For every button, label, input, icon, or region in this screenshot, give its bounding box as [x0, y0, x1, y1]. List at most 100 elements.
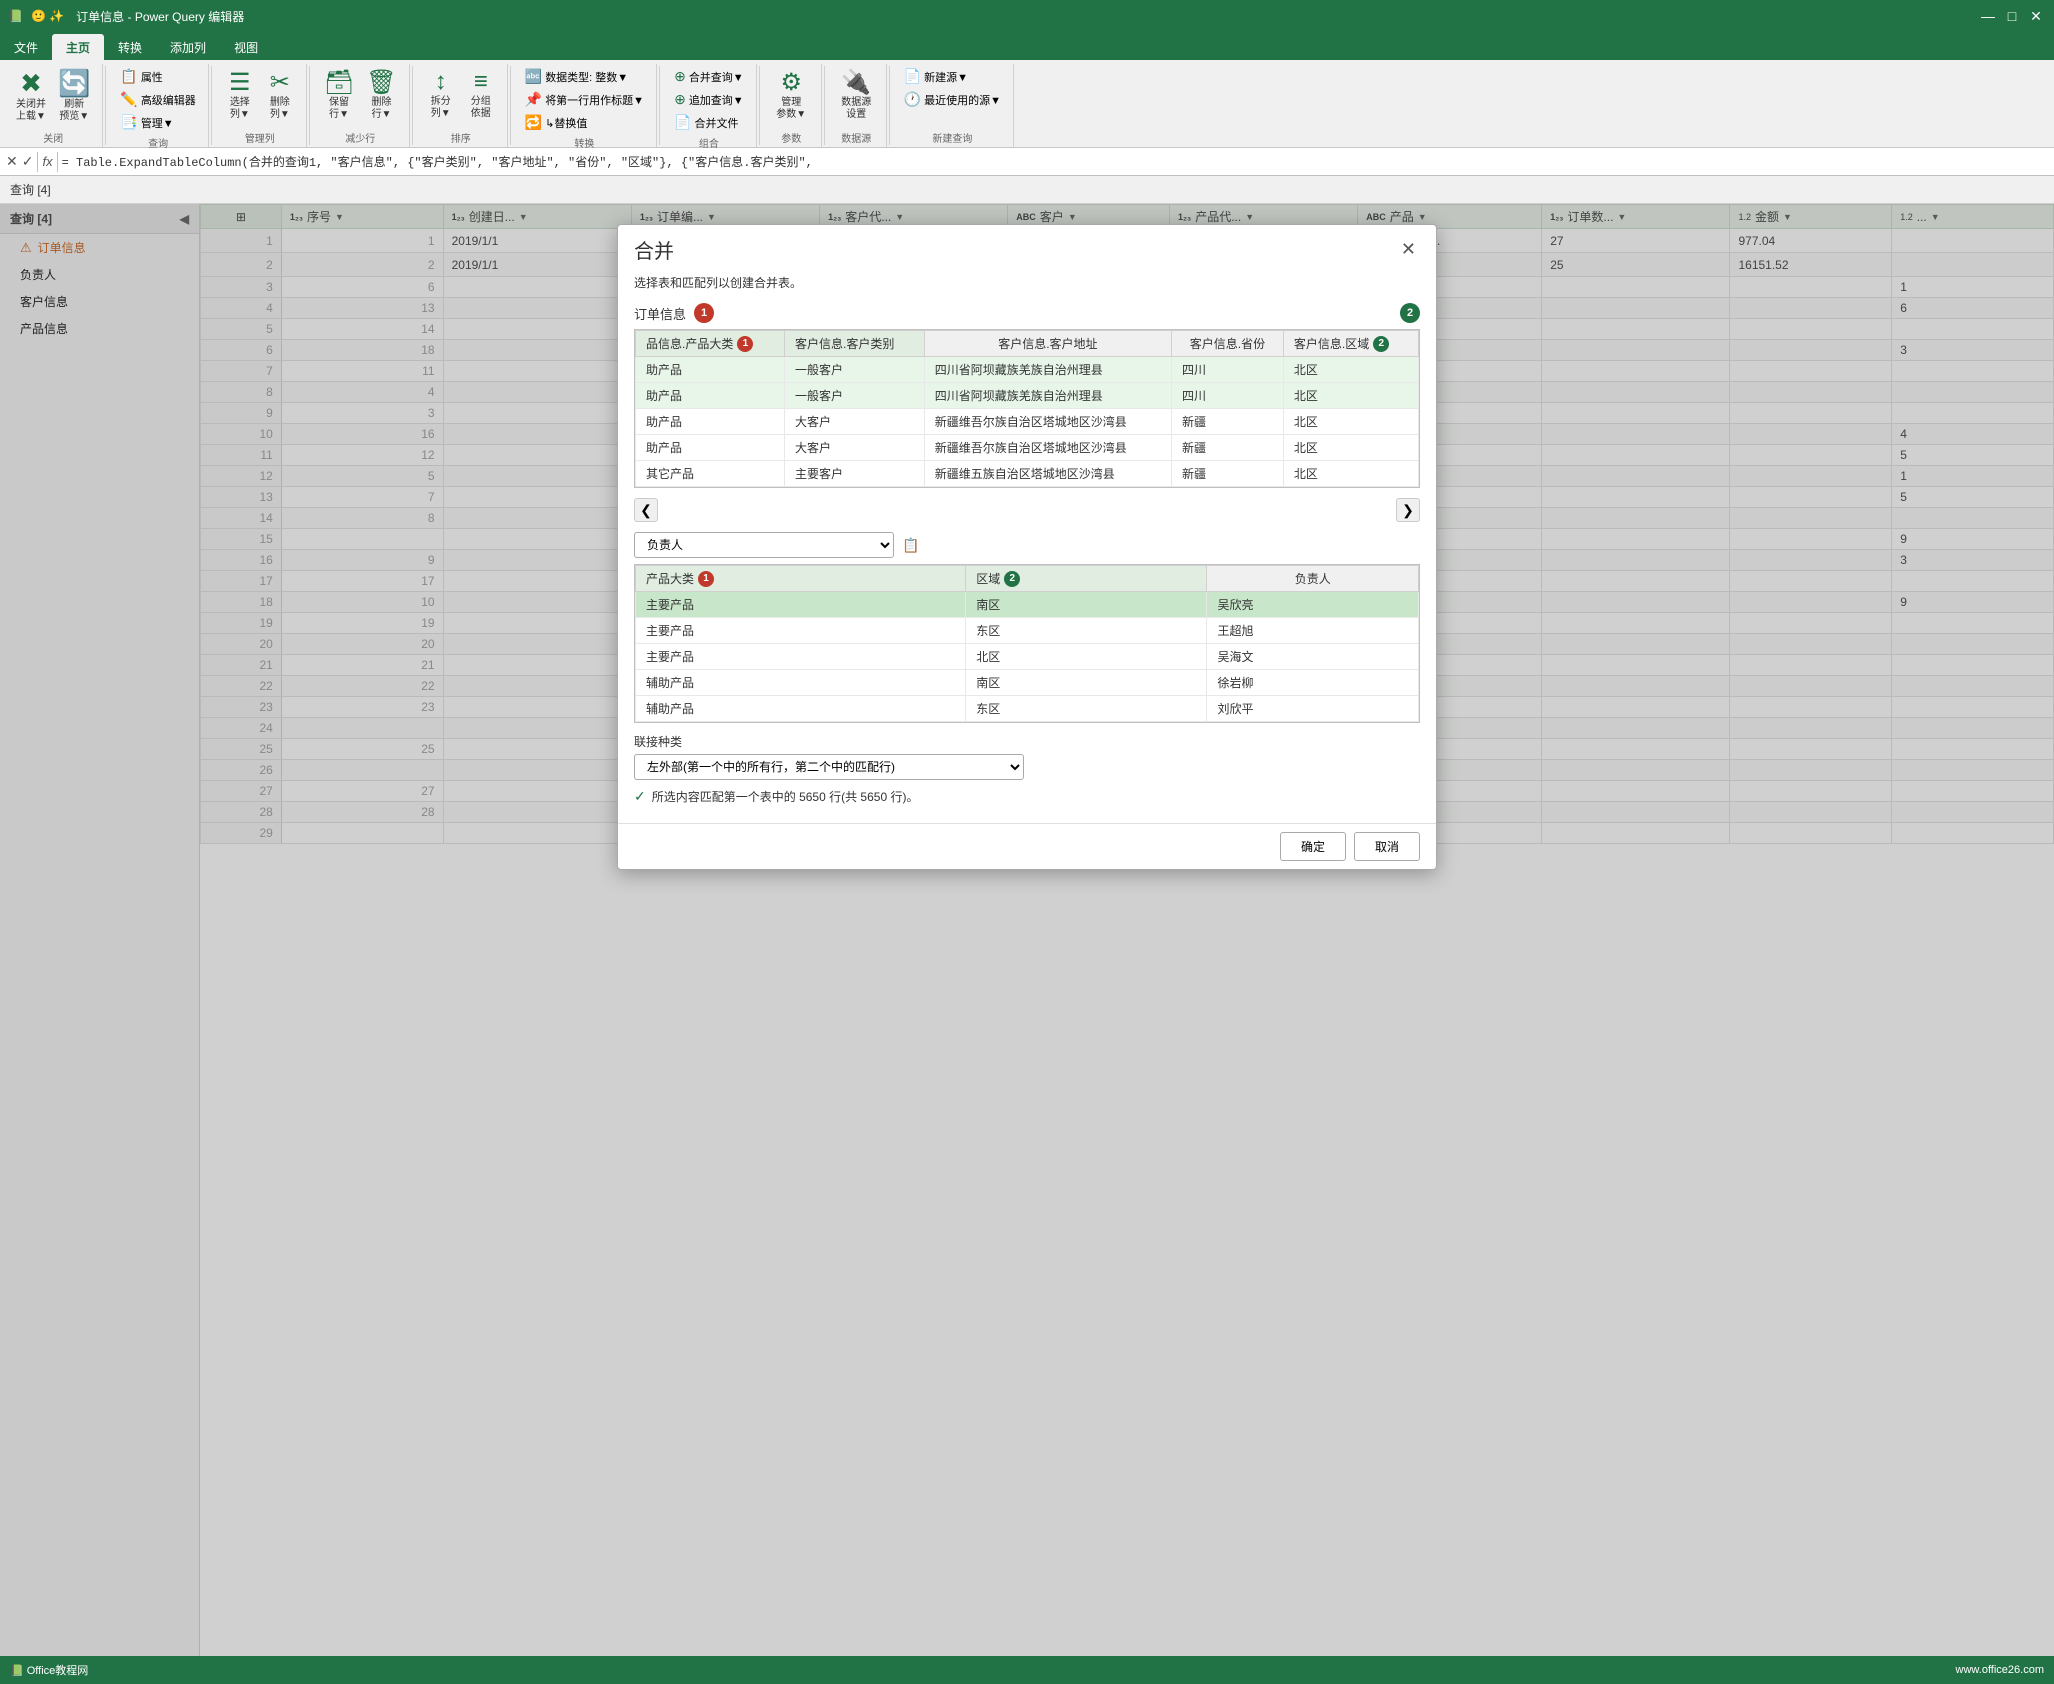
formula-cancel-btn[interactable]: ✕ [6, 153, 18, 170]
split-col-btn[interactable]: ↕ 拆分列▼ [423, 66, 459, 122]
delete-cols-btn[interactable]: ✂ 删除列▼ [262, 66, 298, 123]
ribbon-group-query: 📋 属性 ✏️ 高级编辑器 📑 管理▼ 查询 [108, 64, 208, 147]
modal2-col-region[interactable]: 区域 2 [966, 566, 1207, 592]
modal-table-row: 助产品大客户新疆维吾尔族自治区塔城地区沙湾县新疆北区 [636, 435, 1419, 461]
query-bar: 查询 [4] [0, 176, 2054, 204]
match-status: ✓ 所选内容匹配第一个表中的 5650 行(共 5650 行)。 [634, 788, 1420, 805]
section1-label: 订单信息 1 2 [634, 303, 1420, 323]
advanced-editor-icon: ✏️ [120, 91, 137, 108]
top-table-wrap: 品信息.产品大类 1 客户信息.客户类别 [634, 329, 1420, 488]
split-col-icon: ↕ [435, 68, 447, 96]
modal-title: 合并 [634, 235, 674, 264]
modal-header: 合并 ✕ [618, 225, 1436, 264]
tab-home[interactable]: 主页 [52, 34, 104, 60]
confirm-btn[interactable]: 确定 [1280, 832, 1346, 861]
modal-desc: 选择表和匹配列以创建合并表。 [634, 274, 1420, 291]
window-controls-left: 🙂 ✨ [31, 9, 64, 23]
group-by-icon: ≡ [474, 68, 488, 96]
datatype-icon: 🔤 [525, 68, 542, 85]
formula-confirm-btn[interactable]: ✓ [22, 153, 34, 170]
delete-rows-btn[interactable]: 🗑 删除行▼ [362, 66, 400, 123]
formula-input[interactable]: = Table.ExpandTableColumn(合并的查询1, "客户信息"… [62, 153, 2048, 170]
ribbon-tabs: 文件 主页 转换 添加列 视图 [0, 32, 2054, 60]
recent-sources-btn[interactable]: 🕐 最近使用的源▼ [900, 89, 1005, 110]
refresh-preview-btn[interactable]: 🔄 刷新预览▼ [54, 66, 94, 125]
modal-close-btn[interactable]: ✕ [1397, 235, 1420, 264]
ribbon-group-transform: 🔤 数据类型: 整数▼ 📌 将第一行用作标题▼ 🔁 ↳替换值 转换 [513, 64, 657, 147]
modal-overlay: 合并 ✕ 选择表和匹配列以创建合并表。 订单信息 1 2 [200, 204, 2054, 1656]
advanced-editor-btn[interactable]: ✏️ 高级编辑器 [116, 89, 199, 110]
close-btn[interactable]: ✕ [2026, 6, 2046, 26]
properties-btn[interactable]: 📋 属性 [116, 66, 199, 87]
keep-rows-btn[interactable]: 🗃 保留行▼ [320, 66, 358, 123]
merge-icon: ⊕ [674, 68, 686, 85]
merge-files-btn[interactable]: 📄 合并文件 [670, 112, 748, 133]
first-row-header-btn[interactable]: 📌 将第一行用作标题▼ [521, 89, 648, 110]
modal-bottom-table: 产品大类 1 区域 2 [635, 565, 1419, 722]
table-select[interactable]: 负责人 订单信息 客户信息 产品信息 [634, 532, 894, 558]
minimize-btn[interactable]: — [1978, 6, 1998, 26]
cancel-btn[interactable]: 取消 [1354, 832, 1420, 861]
ribbon-group-combine: ⊕ 合并查询▼ ⊕ 追加查询▼ 📄 合并文件 组合 [662, 64, 757, 147]
modal-table-row-2: 辅助产品东区刘欣平 [636, 696, 1419, 722]
modal-table-row-2: 辅助产品南区徐岩柳 [636, 670, 1419, 696]
modal-col-custaddr[interactable]: 客户信息.客户地址 [924, 331, 1171, 357]
modal-body: 选择表和匹配列以创建合并表。 订单信息 1 2 [618, 264, 1436, 823]
datatype-btn[interactable]: 🔤 数据类型: 整数▼ [521, 66, 648, 87]
select-cols-btn[interactable]: ☰ 选择列▼ [222, 66, 258, 123]
group-by-btn[interactable]: ≡ 分组依据 [463, 66, 499, 122]
join-select[interactable]: 左外部(第一个中的所有行，第二个中的匹配行) 内部联接 完全外部 左反 右反 [634, 754, 1024, 780]
ribbon-group-reducerows: 🗃 保留行▼ 🗑 删除行▼ 减少行 [312, 64, 410, 147]
main-layout: 查询 [4] ◀ ⚠ 订单信息 负责人 客户信息 产品信息 ⊞ [0, 204, 2054, 1656]
title-bar-text: 订单信息 - Power Query 编辑器 [76, 8, 244, 25]
table-select-icon[interactable]: 📋 [902, 537, 919, 554]
modal-table-row-2: 主要产品南区吴欣亮 [636, 592, 1419, 618]
modal-col-region[interactable]: 客户信息.区域 2 [1283, 331, 1418, 357]
formula-bar: ✕ ✓ fx = Table.ExpandTableColumn(合并的查询1,… [0, 148, 2054, 176]
table-scroll-btns: ❮ ❯ [634, 498, 1420, 522]
modal-top-table: 品信息.产品大类 1 客户信息.客户类别 [635, 330, 1419, 487]
select-cols-icon: ☰ [229, 68, 251, 97]
query-bar-label: 查询 [4] [10, 181, 51, 198]
scroll-right-btn[interactable]: ❯ [1396, 498, 1420, 522]
tab-addcol[interactable]: 添加列 [156, 34, 220, 60]
modal-table-row: 助产品一般客户四川省阿坝藏族羌族自治州理县四川北区 [636, 383, 1419, 409]
app-icon: 📗 [8, 9, 23, 23]
modal2-col-prodtype[interactable]: 产品大类 1 [636, 566, 966, 592]
bottom-bar: 📗 Office教程网 www.office26.com [0, 1656, 2054, 1684]
new-source-btn[interactable]: 📄 新建源▼ [900, 66, 1005, 87]
modal2-col-responsible[interactable]: 负责人 [1207, 566, 1419, 592]
params-icon: ⚙ [780, 68, 802, 97]
modal-table-row-2: 主要产品北区吴海文 [636, 644, 1419, 670]
merge-files-icon: 📄 [674, 114, 691, 131]
tab-view[interactable]: 视图 [220, 34, 272, 60]
modal-col-province[interactable]: 客户信息.省份 [1172, 331, 1284, 357]
new-source-icon: 📄 [904, 68, 921, 85]
replace-icon: 🔁 [525, 114, 542, 131]
modal-col-prodtype[interactable]: 品信息.产品大类 1 [636, 331, 785, 357]
scroll-left-btn[interactable]: ❮ [634, 498, 658, 522]
tab-transform[interactable]: 转换 [104, 34, 156, 60]
modal-footer: 确定 取消 [618, 823, 1436, 869]
manage-params-btn[interactable]: ⚙ 管理参数▼ [772, 66, 810, 123]
title-bar: 📗 🙂 ✨ 订单信息 - Power Query 编辑器 — □ ✕ [0, 0, 2054, 32]
delete-rows-icon: 🗑 [366, 68, 396, 97]
modal-col-custtype[interactable]: 客户信息.客户类别 [785, 331, 925, 357]
merge-query-btn[interactable]: ⊕ 合并查询▼ [670, 66, 748, 87]
maximize-btn[interactable]: □ [2002, 6, 2022, 26]
close-upload-btn[interactable]: ✖ 关闭并上载▼ [12, 66, 50, 125]
append-icon: ⊕ [674, 91, 686, 108]
replace-value-btn[interactable]: 🔁 ↳替换值 [521, 112, 648, 133]
modal-table-row: 助产品大客户新疆维吾尔族自治区塔城地区沙湾县新疆北区 [636, 409, 1419, 435]
properties-icon: 📋 [120, 68, 137, 85]
manage-btn[interactable]: 📑 管理▼ [116, 112, 199, 133]
delete-cols-icon: ✂ [270, 68, 290, 97]
tab-file[interactable]: 文件 [0, 34, 52, 60]
ribbon: ✖ 关闭并上载▼ 🔄 刷新预览▼ 关闭 📋 属性 ✏️ 高级编辑器 [0, 60, 2054, 148]
append-query-btn[interactable]: ⊕ 追加查询▼ [670, 89, 748, 110]
modal-table-row: 助产品一般客户四川省阿坝藏族羌族自治州理县四川北区 [636, 357, 1419, 383]
manage-icon: 📑 [120, 114, 137, 131]
datasource-settings-btn[interactable]: 🔌 数据源设置 [837, 66, 875, 123]
modal-bottom-table-wrap: 产品大类 1 区域 2 [634, 564, 1420, 723]
modal-table-row-2: 主要产品东区王超旭 [636, 618, 1419, 644]
